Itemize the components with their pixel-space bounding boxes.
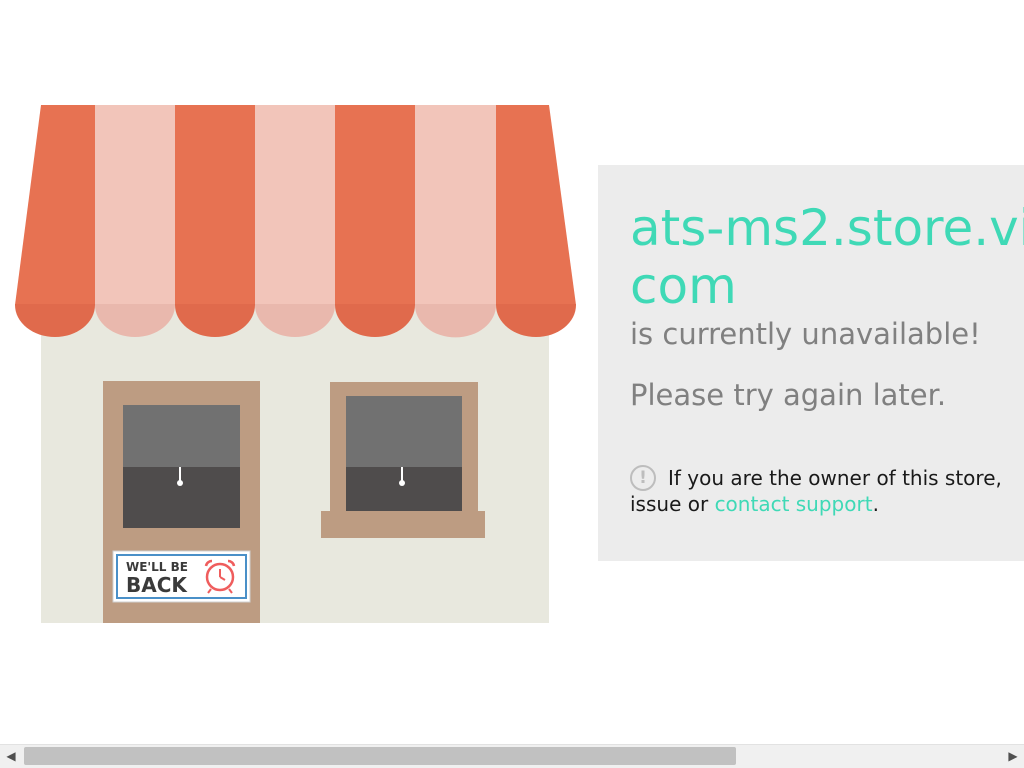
owner-notice: ! If you are the owner of this store, is… (630, 465, 1024, 517)
store-illustration: WE'LL BE BACK (15, 105, 576, 623)
contact-support-link[interactable]: contact support (715, 492, 873, 516)
period: . (872, 492, 879, 516)
store-domain-line2: com (630, 257, 737, 315)
well-be-back-sign: WE'LL BE BACK (112, 550, 251, 603)
info-icon: ! (630, 465, 656, 491)
issue-text: issue or (630, 492, 709, 516)
unavailable-message: is currently unavailable! (630, 317, 981, 351)
scrollbar-thumb[interactable] (24, 747, 736, 765)
sign-line1: WE'LL BE (126, 560, 188, 574)
store-domain-line1: ats-ms2.store.vip (630, 199, 1024, 257)
sign-line2: BACK (126, 573, 188, 597)
horizontal-scrollbar[interactable]: ◀ ▶ (0, 744, 1024, 768)
store-domain: ats-ms2.store.vip com (630, 199, 1024, 315)
retry-message: Please try again later. (630, 378, 947, 412)
owner-notice-text: If you are the owner of this store, (668, 466, 1002, 490)
info-panel: ats-ms2.store.vip com is currently unava… (598, 165, 1024, 561)
awning (15, 105, 576, 338)
scroll-left-arrow-icon[interactable]: ◀ (0, 745, 22, 768)
scroll-right-arrow-icon[interactable]: ▶ (1002, 745, 1024, 768)
store-window (321, 382, 485, 538)
owner-notice-line2: issue or contact support. (630, 491, 1024, 517)
